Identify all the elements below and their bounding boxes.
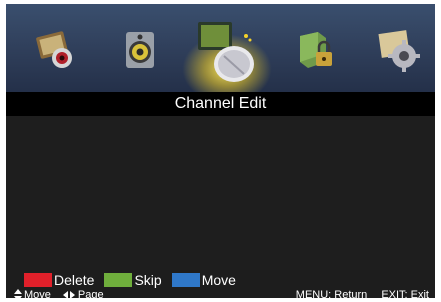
menu-return-hint: MENU: Return (295, 289, 368, 298)
move-key: Move (171, 272, 236, 288)
exit-hint: EXIT: Exit (381, 289, 429, 298)
channel-list[interactable] (6, 116, 435, 270)
skip-key: Skip (104, 272, 162, 288)
up-down-arrow-icon (14, 289, 22, 298)
sound-icon[interactable] (116, 26, 164, 74)
blue-key-swatch (171, 273, 200, 287)
red-key-swatch (24, 273, 52, 287)
help-bar: Move Page MENU: Return EXIT: Exit (6, 288, 435, 298)
green-key-swatch (104, 273, 133, 287)
page-hint: Page (62, 288, 104, 298)
picture-icon[interactable] (32, 26, 80, 74)
tv-screen: Channel Edit Delete Skip Move Move Page … (0, 0, 441, 302)
setup-icon[interactable] (374, 26, 422, 74)
lock-icon[interactable] (292, 26, 340, 74)
move-label: Move (201, 272, 236, 288)
menu-icon-bar (6, 4, 435, 104)
osd-menu: Channel Edit Delete Skip Move Move Page … (6, 4, 435, 298)
move-hint: Move (14, 288, 51, 298)
page-hint-label: Page (77, 289, 104, 298)
delete-key: Delete (24, 272, 94, 288)
left-right-arrow-icon (62, 291, 75, 298)
color-key-legend: Delete Skip Move (24, 272, 246, 288)
channel-icon[interactable] (194, 16, 258, 86)
delete-label: Delete (54, 272, 95, 288)
page-title: Channel Edit (6, 92, 435, 116)
skip-label: Skip (134, 272, 162, 288)
move-hint-label: Move (24, 289, 51, 298)
